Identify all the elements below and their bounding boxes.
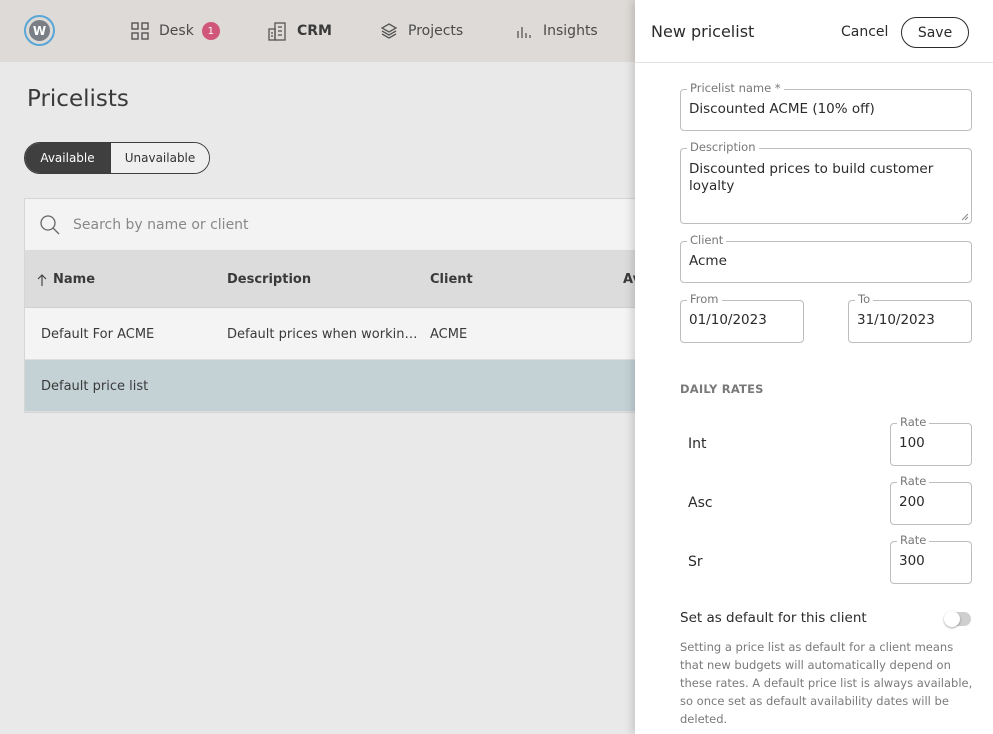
panel-title: New pricelist xyxy=(651,22,755,41)
row-client: ACME xyxy=(430,326,468,342)
row-description: Default prices when workin… xyxy=(227,326,417,342)
sort-arrow-up-icon xyxy=(37,273,47,286)
rate-value: 100 xyxy=(899,435,925,451)
client-value: Acme xyxy=(689,253,727,269)
rate-value: 200 xyxy=(899,494,925,510)
search-bar[interactable]: Search by name or client xyxy=(25,199,635,251)
nav-label-insights: Insights xyxy=(543,23,598,39)
logo-icon: W xyxy=(29,20,50,41)
default-client-label: Set as default for this client xyxy=(680,610,867,626)
row-name: Default For ACME xyxy=(41,326,155,342)
notification-badge: 1 xyxy=(201,22,220,40)
rate-input-asc[interactable]: Rate 200 xyxy=(890,474,972,525)
app-logo[interactable]: W xyxy=(24,15,55,46)
new-pricelist-panel: New pricelist Cancel Save Pricelist name… xyxy=(635,0,993,734)
daily-rates-heading: DAILY RATES xyxy=(680,382,764,396)
rate-level-sr: Sr xyxy=(688,554,703,570)
column-name[interactable]: Name xyxy=(37,251,95,308)
rate-level-int: Int xyxy=(688,436,707,452)
client-label: Client xyxy=(687,233,727,247)
to-date-field[interactable]: To 31/10/2023 xyxy=(848,292,972,343)
pricelist-table: Search by name or client Name Descriptio… xyxy=(24,198,635,413)
nav-label-desk: Desk xyxy=(159,23,194,39)
availability-toggle: Available Unavailable xyxy=(24,142,210,174)
description-label: Description xyxy=(687,140,759,154)
row-name: Default price list xyxy=(41,378,149,394)
rate-label: Rate xyxy=(897,415,930,429)
to-value: 31/10/2023 xyxy=(857,312,935,328)
toggle-knob xyxy=(944,611,960,627)
column-name-label: Name xyxy=(53,272,96,287)
nav-item-projects[interactable]: Projects xyxy=(380,0,463,62)
column-availability[interactable]: Av xyxy=(623,251,635,308)
segment-available[interactable]: Available xyxy=(25,143,110,173)
pricelist-name-label: Pricelist name * xyxy=(687,81,784,95)
rate-label: Rate xyxy=(897,533,930,547)
search-input[interactable]: Search by name or client xyxy=(73,217,249,233)
from-date-field[interactable]: From 01/10/2023 xyxy=(680,292,804,343)
nav-label-projects: Projects xyxy=(408,23,464,39)
description-value: Discounted prices to build customer loya… xyxy=(689,161,934,194)
default-client-toggle[interactable] xyxy=(944,611,971,627)
segment-unavailable[interactable]: Unavailable xyxy=(110,143,209,173)
rate-label: Rate xyxy=(897,474,930,488)
bar-chart-icon xyxy=(517,27,531,38)
table-row-selected[interactable]: Default price list xyxy=(25,360,635,412)
column-client[interactable]: Client xyxy=(430,251,473,308)
nav-item-desk[interactable]: Desk 1 xyxy=(131,0,220,62)
rate-value: 300 xyxy=(899,553,925,569)
nav-item-crm[interactable]: CRM xyxy=(267,0,332,62)
nav-item-insights[interactable]: Insights xyxy=(515,0,598,62)
panel-header: New pricelist Cancel Save xyxy=(635,0,993,63)
client-field[interactable]: Client Acme xyxy=(680,233,972,283)
from-value: 01/10/2023 xyxy=(689,312,767,328)
column-description[interactable]: Description xyxy=(227,251,311,308)
table-row[interactable]: Default For ACME Default prices when wor… xyxy=(25,308,635,360)
grid-icon xyxy=(131,22,149,40)
description-field[interactable]: Description Discounted prices to build c… xyxy=(680,140,972,224)
to-label: To xyxy=(855,292,874,306)
from-label: From xyxy=(687,292,722,306)
resize-handle-icon[interactable] xyxy=(961,213,969,221)
rate-input-sr[interactable]: Rate 300 xyxy=(890,533,972,584)
table-header: Name Description Client Av xyxy=(25,251,635,308)
building-icon xyxy=(268,22,286,41)
nav-label-crm: CRM xyxy=(297,23,332,39)
cancel-button[interactable]: Cancel xyxy=(841,24,888,40)
pricelist-name-value: Discounted ACME (10% off) xyxy=(689,101,875,117)
pricelist-name-field[interactable]: Pricelist name * Discounted ACME (10% of… xyxy=(680,81,972,131)
rate-level-asc: Asc xyxy=(688,495,713,511)
rate-input-int[interactable]: Rate 100 xyxy=(890,415,972,466)
layers-icon xyxy=(380,23,398,39)
page-title: Pricelists xyxy=(27,86,129,112)
search-icon xyxy=(40,214,60,234)
save-button[interactable]: Save xyxy=(901,17,969,48)
default-hint-text: Setting a price list as default for a cl… xyxy=(680,640,973,726)
